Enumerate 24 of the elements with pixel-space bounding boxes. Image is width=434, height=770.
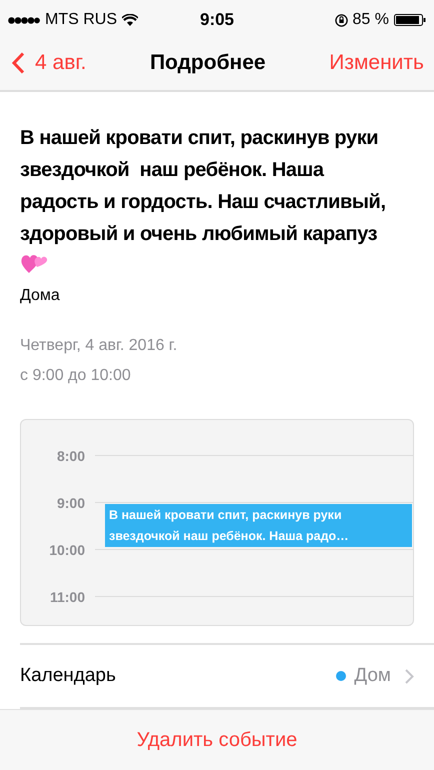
- signal-icon: [8, 16, 40, 24]
- hour-label: 10:00: [48, 542, 86, 558]
- event-date: Четверг, 4 авг. 2016 г.: [20, 336, 178, 356]
- hour-label: 8:00: [56, 448, 86, 464]
- event-title: В нашей кровати спит, раскинув руки звездочкой наш ребёнок. Наша радость и гордость. Наш счастливый, здоровый и очень любимый карапуз: [20, 122, 395, 282]
- event-location: Дома: [20, 287, 61, 305]
- calendar-value: Дом: [354, 665, 391, 687]
- screen-title: Подробнее: [150, 51, 266, 75]
- hour-label: 11:00: [48, 588, 86, 604]
- hour-label: 9:00: [56, 494, 86, 510]
- chevron-icon: [405, 668, 414, 684]
- delete-event-button[interactable]: Удалить событие: [130, 728, 304, 752]
- edit-button[interactable]: Изменить: [329, 51, 424, 75]
- event-block[interactable]: В нашей кровати спит, раскинув руки звездочкой наш ребёнок. Наша радо…: [105, 504, 412, 547]
- chevron-left-icon: [12, 52, 25, 74]
- rotation-lock-icon: [334, 14, 348, 26]
- back-button[interactable]: 4 авг.: [12, 51, 86, 75]
- battery-percent: 85 %: [352, 11, 389, 29]
- wifi-icon: [122, 14, 138, 26]
- carrier-name: MTS RUS: [45, 11, 117, 29]
- status-time: 9:05: [200, 10, 234, 30]
- event-time: с 9:00 до 10:00: [20, 366, 132, 386]
- battery-icon: [394, 14, 426, 26]
- calendar-label: Календарь: [20, 665, 116, 687]
